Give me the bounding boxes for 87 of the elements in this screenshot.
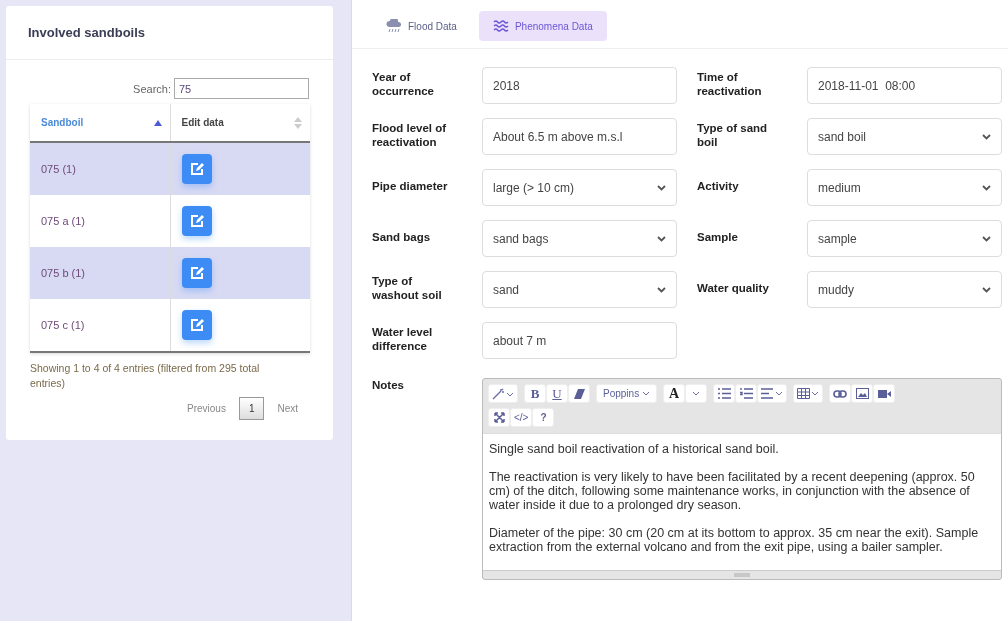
tab[interactable]: Flood Data xyxy=(372,11,471,41)
code-view-button[interactable]: </> xyxy=(510,408,533,427)
select-field[interactable]: sand xyxy=(482,271,677,308)
chevron-down-icon xyxy=(982,286,991,293)
bullet-list-button[interactable] xyxy=(713,384,736,403)
sandboil-name: 075 a (1) xyxy=(41,215,86,227)
pagination-link[interactable]: Previous xyxy=(183,399,229,418)
magic-wand-icon xyxy=(492,387,514,400)
align-icon xyxy=(761,388,784,399)
sort-ascending-icon xyxy=(153,118,162,127)
chevron-down-icon xyxy=(982,184,991,191)
field-label: Flood level of reactivation xyxy=(372,120,448,150)
input-field[interactable]: 2018-11-01 08:00 xyxy=(807,67,1002,104)
chevron-down-icon xyxy=(982,133,991,140)
bullet-list-icon xyxy=(717,388,731,399)
search-field[interactable]: 75 xyxy=(174,78,309,99)
input-field[interactable]: About 6.5 m above m.s.l xyxy=(482,118,677,155)
input-field[interactable]: about 7 m xyxy=(482,322,677,359)
edit-button[interactable] xyxy=(181,310,212,340)
column-header[interactable]: Sandboil xyxy=(30,104,170,141)
rich-text-editor[interactable] xyxy=(482,378,1002,580)
edit-icon xyxy=(188,161,205,177)
link-button[interactable] xyxy=(829,384,852,403)
field-label: Notes xyxy=(372,378,405,393)
caret-icon xyxy=(692,391,701,396)
video-camera-icon xyxy=(877,389,891,398)
eraser-icon xyxy=(573,388,585,399)
pagination-link[interactable]: Next xyxy=(274,399,301,418)
field-label: Year of occurrence xyxy=(372,69,435,99)
edit-button[interactable] xyxy=(181,154,212,184)
help-button[interactable]: ? xyxy=(532,408,555,427)
sandboil-name: 075 (1) xyxy=(41,163,76,175)
select-field[interactable]: medium xyxy=(807,169,1002,206)
search-label: Search: xyxy=(133,82,171,95)
bold-button[interactable]: B xyxy=(524,384,546,403)
text-color-button[interactable]: A xyxy=(663,384,686,403)
table-dropdown[interactable] xyxy=(793,384,824,403)
select-field[interactable]: sand boil xyxy=(807,118,1002,155)
select-field[interactable]: sample xyxy=(807,220,1002,257)
chevron-down-icon xyxy=(982,235,991,242)
caret-icon xyxy=(642,391,651,396)
sandboil-name: 075 c (1) xyxy=(41,319,85,331)
page-button[interactable]: 1 xyxy=(238,397,265,420)
sandboil-name: 075 b (1) xyxy=(41,267,86,279)
fullscreen-button[interactable] xyxy=(488,408,510,427)
field-label: Activity xyxy=(697,178,740,194)
numbered-list-icon xyxy=(739,388,753,399)
edit-icon xyxy=(188,317,205,333)
card-title: Involved sandboils xyxy=(28,25,146,40)
field-label: Sample xyxy=(697,229,739,245)
eraser-button[interactable] xyxy=(568,384,590,403)
edit-button[interactable] xyxy=(181,258,212,288)
chevron-down-icon xyxy=(657,235,666,242)
video-button[interactable] xyxy=(873,384,896,403)
waves-icon xyxy=(492,20,509,32)
expand-icon xyxy=(493,412,505,423)
entries-info: Showing 1 to 4 of 4 entries (filtered from 295 total entries) xyxy=(30,361,261,391)
field-label: Sand bags xyxy=(372,229,432,245)
image-button[interactable] xyxy=(851,384,874,403)
rain-cloud-icon xyxy=(386,19,402,33)
field-label: Type of washout soil xyxy=(372,273,443,303)
field-label: Type of sand boil xyxy=(697,120,769,150)
link-icon xyxy=(833,389,848,398)
select-field[interactable]: sand bags xyxy=(482,220,677,257)
select-field[interactable]: large (> 10 cm) xyxy=(482,169,677,206)
edit-icon xyxy=(188,213,205,229)
magic-wand-dropdown[interactable] xyxy=(488,384,518,403)
underline-button[interactable]: U xyxy=(546,384,568,403)
font-dropdown[interactable]: Poppins xyxy=(596,384,658,403)
sort-icon xyxy=(294,115,302,130)
numbered-list-button[interactable] xyxy=(735,384,758,403)
image-icon xyxy=(855,388,869,399)
table-icon xyxy=(797,388,820,399)
input-field[interactable]: 2018 xyxy=(482,67,677,104)
field-label: Time of reactivation xyxy=(697,69,763,99)
tab[interactable]: Phenomena Data xyxy=(478,11,607,41)
field-label: Water quality xyxy=(697,280,770,296)
align-dropdown[interactable] xyxy=(757,384,788,403)
chevron-down-icon xyxy=(657,184,666,191)
edit-button[interactable] xyxy=(181,206,212,236)
chevron-down-icon xyxy=(657,286,666,293)
field-label: Pipe diameter xyxy=(372,178,449,194)
notes-text: Single sand boil reactivation of a historical sand boil. The reactivation is very likely to have been facilitated by a recent deepening (approx. 50 cm) of the ditch, following some maintenance works, in conjunction with the absence of water inside it due to a prolonged dry season. Diameter of the pipe: 30 cm (20 cm at its bottom to approx. 35 cm near the exit). Sample extraction from the external volcano and from the exit pipe, using a bailer sampler. xyxy=(483,433,1001,570)
field-label: Water level difference xyxy=(372,324,434,354)
edit-icon xyxy=(188,265,205,281)
select-field[interactable]: muddy xyxy=(807,271,1002,308)
column-header[interactable]: Edit data xyxy=(169,104,310,141)
